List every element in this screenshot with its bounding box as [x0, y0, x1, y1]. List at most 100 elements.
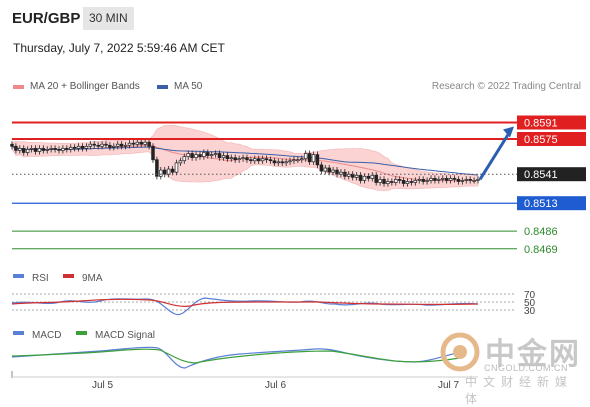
candle-body [186, 153, 190, 157]
rsi-legend-label: RSI [32, 273, 49, 284]
candle-body [41, 148, 46, 151]
candle-body [206, 152, 210, 156]
candle-body [335, 169, 339, 175]
candle-body [362, 175, 367, 181]
candle-body [178, 160, 183, 164]
candle-body [127, 142, 132, 146]
candle-body [417, 179, 422, 181]
candle-body [151, 145, 155, 161]
candle-body [253, 158, 257, 162]
candle-body [198, 154, 202, 158]
candle-body [460, 180, 465, 182]
candle-body [25, 149, 30, 153]
macd-line [11, 346, 461, 369]
candle-body [292, 159, 296, 162]
candle-body [53, 148, 57, 150]
candle-body [354, 174, 359, 178]
cngold-logo-icon [440, 332, 480, 372]
candle-body [147, 141, 151, 147]
candle-body [217, 153, 222, 158]
candle-body [96, 144, 100, 147]
candle-body [311, 154, 316, 163]
x-tick-jul5: Jul 5 [92, 380, 114, 391]
candle-body [123, 144, 128, 147]
candle-body [21, 148, 26, 153]
candle-body [37, 148, 42, 152]
resistance-1-label: 0.8591 [524, 118, 558, 130]
candle-body [143, 141, 147, 145]
candle-body [92, 143, 96, 146]
candle-body [323, 167, 328, 172]
candle-body [72, 146, 77, 149]
candle-body [68, 146, 73, 150]
candle-body [394, 179, 398, 183]
candle-body [10, 143, 14, 147]
candle-body [413, 180, 418, 183]
candle-body [213, 153, 218, 155]
candle-body [284, 161, 288, 164]
rsi-swatch [13, 274, 24, 278]
candle-body [370, 174, 375, 179]
macd-panel: MACD MACD Signal [11, 330, 461, 369]
candle-body [300, 158, 304, 161]
candle-body [437, 179, 441, 181]
candle-body [327, 167, 331, 173]
candle-body [221, 155, 226, 159]
candle-body [441, 178, 445, 180]
candle-body [33, 148, 38, 152]
candle-body [268, 159, 273, 162]
candle-body [135, 141, 140, 145]
candle-body [448, 178, 453, 181]
candle-body [303, 153, 308, 160]
candle-body [433, 178, 437, 181]
current-price-label: 0.8541 [524, 169, 558, 181]
candle-body [104, 143, 108, 146]
candle-body [366, 175, 371, 179]
support-2-label: 0.8469 [524, 244, 558, 256]
candle-body [119, 143, 124, 147]
candle-body [296, 159, 300, 162]
macd-signal-swatch [76, 331, 87, 335]
candle-body [264, 158, 269, 161]
candle-body [162, 169, 167, 175]
candle-body [115, 143, 120, 147]
candle-body [429, 178, 433, 181]
x-tick-jul7: Jul 7 [438, 380, 460, 391]
candle-body [249, 159, 253, 162]
pivot-label: 0.8513 [524, 198, 558, 210]
rsi-ma-swatch [63, 274, 74, 278]
candle-body [170, 168, 175, 173]
candle-body [331, 169, 335, 173]
candle-body [452, 178, 457, 180]
rsi-30-label: 30 [524, 306, 536, 317]
candle-body [194, 154, 198, 159]
candle-body [18, 148, 22, 151]
candle-body [241, 157, 245, 160]
rsi-panel: RSI 9MA 70 50 30 [11, 273, 536, 317]
candle-body [358, 174, 363, 181]
candle-body [472, 180, 476, 182]
candle-body [237, 158, 241, 161]
candle-body [409, 181, 414, 183]
candle-body [159, 169, 163, 177]
candle-body [166, 168, 171, 175]
macd-swatch [13, 331, 24, 335]
candle-body [112, 145, 116, 148]
candle-body [202, 152, 206, 157]
support-1-label: 0.8486 [524, 226, 558, 238]
candle-body [260, 158, 265, 162]
levels-layer: 0.8591 0.8575 0.8541 0.8513 0.8486 0.8469 [12, 115, 586, 256]
candle-body [382, 179, 386, 184]
candle-body [80, 145, 85, 149]
candle-body [139, 141, 143, 145]
candle-body [29, 148, 34, 150]
watermark-subtitle: 中文财经新媒体 [465, 375, 574, 406]
candle-body [476, 179, 480, 181]
candle-body [319, 164, 324, 172]
candle-body [100, 143, 104, 147]
candle-body [76, 145, 81, 149]
candle-body [468, 179, 472, 181]
candle-body [245, 157, 249, 161]
macd-signal-legend-label: MACD Signal [95, 330, 155, 341]
candle-body [88, 143, 93, 147]
